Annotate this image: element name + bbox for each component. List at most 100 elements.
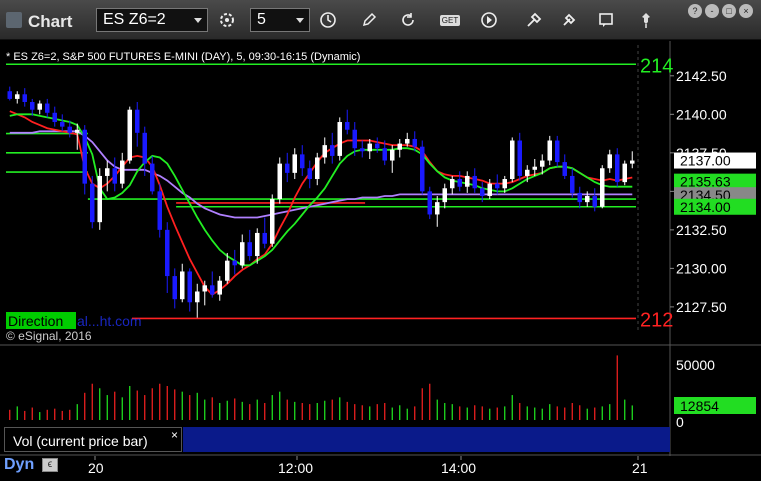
candle-body xyxy=(585,195,590,203)
dynamic-label: Dyn xyxy=(4,456,35,473)
candle-body xyxy=(112,168,117,184)
candle-body xyxy=(105,168,110,176)
copyright-text: © eSignal, 2016 xyxy=(6,329,92,343)
candle-body xyxy=(330,145,335,156)
get-icon[interactable]: GET xyxy=(436,8,464,32)
candle-body xyxy=(82,129,87,184)
candle-body xyxy=(180,271,185,300)
candle-body xyxy=(622,163,627,183)
candle-body xyxy=(247,242,252,257)
candle-body xyxy=(127,109,132,161)
get-label: GET xyxy=(439,14,461,26)
candle-body xyxy=(60,122,65,127)
candle-body xyxy=(427,191,432,215)
candle-body xyxy=(540,160,545,167)
chevron-down-icon[interactable] xyxy=(194,18,202,23)
candle-body xyxy=(607,154,612,169)
refresh-icon[interactable] xyxy=(394,8,422,32)
tools-icon[interactable] xyxy=(520,8,548,32)
candle-body xyxy=(412,138,417,147)
chart-app-icon xyxy=(6,12,22,28)
candle-body xyxy=(120,160,125,184)
candle-body xyxy=(30,102,35,110)
candle-body xyxy=(615,154,620,183)
candle-body xyxy=(45,103,50,113)
chevron-down-icon[interactable] xyxy=(296,18,304,23)
candle-body xyxy=(472,175,477,189)
candle-body xyxy=(187,271,192,303)
volume-study-bar xyxy=(183,427,670,452)
candle-body xyxy=(202,285,207,292)
candle-body xyxy=(67,126,72,133)
candle-body xyxy=(450,179,455,189)
candle-body xyxy=(442,188,447,203)
candle-body xyxy=(435,202,440,215)
chart-header: * ES Z6=2, S&P 500 FUTURES E-MINI (DAY),… xyxy=(6,51,360,63)
time-label-1400: 14:00 xyxy=(441,460,476,476)
candle-body xyxy=(292,154,297,173)
candle-body xyxy=(390,149,395,161)
candle-body xyxy=(337,122,342,156)
watermark-rest: al...ht.com xyxy=(77,313,142,329)
volume-study-title: Vol (current price bar) xyxy=(4,427,182,452)
comment-icon[interactable] xyxy=(592,8,620,32)
candle-body xyxy=(382,148,387,161)
price-tick-label: 2142.50 xyxy=(676,68,727,84)
price-tick-label: 2140.00 xyxy=(676,106,727,122)
price-chart[interactable]: 2142.502140.002137.502135.002132.502130.… xyxy=(0,41,761,481)
interval-combo[interactable]: 5 xyxy=(250,8,310,32)
candle-body xyxy=(600,168,605,207)
play-icon[interactable] xyxy=(475,8,503,32)
candle-body xyxy=(525,169,530,176)
symbol-combo[interactable]: ES Z6=2 xyxy=(96,8,208,32)
candle-body xyxy=(240,242,245,266)
clock-icon[interactable] xyxy=(314,8,342,32)
minimize-button[interactable]: - xyxy=(705,4,719,18)
candle-body xyxy=(345,122,350,130)
candle-body xyxy=(97,175,102,223)
volume-current-tag: 12854 xyxy=(680,398,719,414)
candle-body xyxy=(570,175,575,193)
candle-body xyxy=(405,138,410,144)
candle-body xyxy=(562,162,567,176)
pin-icon[interactable] xyxy=(632,8,660,32)
candle-body xyxy=(300,154,305,169)
window-title: Chart xyxy=(28,12,73,31)
candle-body xyxy=(555,140,560,163)
maximize-button[interactable]: □ xyxy=(722,4,736,18)
candle-body xyxy=(157,191,162,230)
candle-body xyxy=(277,163,282,200)
candle-body xyxy=(262,232,267,244)
volume-tick-zero: 0 xyxy=(676,414,684,430)
chart-area[interactable]: 2142.502140.002137.502135.002132.502130.… xyxy=(0,41,761,481)
candle-body xyxy=(22,94,27,102)
candle-body xyxy=(352,129,357,149)
candle-body xyxy=(630,160,635,164)
candle-body xyxy=(315,157,320,180)
candle-body xyxy=(307,168,312,180)
candle-body xyxy=(217,280,222,295)
candle-body xyxy=(90,183,95,223)
pencil-icon[interactable] xyxy=(355,8,383,32)
candle-body xyxy=(397,143,402,150)
candle-body xyxy=(15,94,20,99)
price-tick-label: 2127.50 xyxy=(676,299,727,315)
title-bar: Chart ES Z6=2 5 GET ? - □ × xyxy=(0,0,761,40)
close-icon[interactable]: × xyxy=(171,428,178,442)
close-button[interactable]: × xyxy=(739,4,753,18)
candle-body xyxy=(532,166,537,170)
wrench-icon[interactable] xyxy=(555,8,583,32)
candle-body xyxy=(232,260,237,266)
candle-body xyxy=(75,129,80,133)
candle-body xyxy=(225,260,230,281)
time-label-1200: 12:00 xyxy=(278,460,313,476)
watermark-box: Direction xyxy=(8,313,63,329)
candle-body xyxy=(322,145,327,158)
settings-icon[interactable] xyxy=(213,8,241,32)
time-label-20: 20 xyxy=(88,460,104,476)
help-button[interactable]: ? xyxy=(688,4,702,18)
candle-body xyxy=(270,199,275,244)
candle-body xyxy=(255,232,260,257)
symbol-link-icon[interactable]: ϵ xyxy=(42,458,58,472)
price-tag-label: 2137.00 xyxy=(680,153,731,169)
